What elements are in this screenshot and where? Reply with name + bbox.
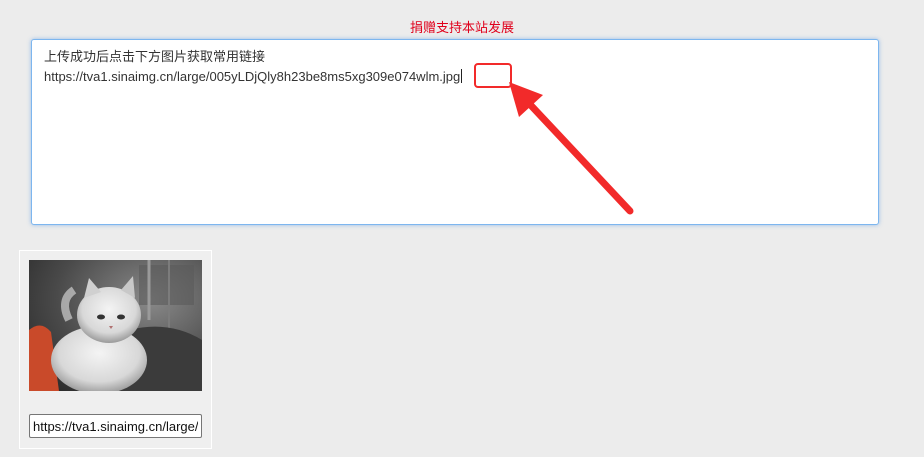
- text-caret: [461, 69, 463, 83]
- image-url-text: https://tva1.sinaimg.cn/large/005yLDjQly…: [44, 69, 440, 84]
- image-url-line: https://tva1.sinaimg.cn/large/005yLDjQly…: [44, 67, 866, 87]
- annotation-highlight-box: [474, 63, 512, 88]
- uploaded-image-card[interactable]: [19, 250, 212, 449]
- image-url-field[interactable]: [29, 414, 202, 438]
- result-textarea[interactable]: 上传成功后点击下方图片获取常用链接 https://tva1.sinaimg.c…: [31, 39, 879, 225]
- image-url-extension: .jpg: [439, 69, 461, 84]
- uploaded-cat-image[interactable]: [29, 260, 202, 391]
- donate-link[interactable]: 捐赠支持本站发展: [0, 20, 924, 36]
- upload-hint-text: 上传成功后点击下方图片获取常用链接: [44, 49, 266, 64]
